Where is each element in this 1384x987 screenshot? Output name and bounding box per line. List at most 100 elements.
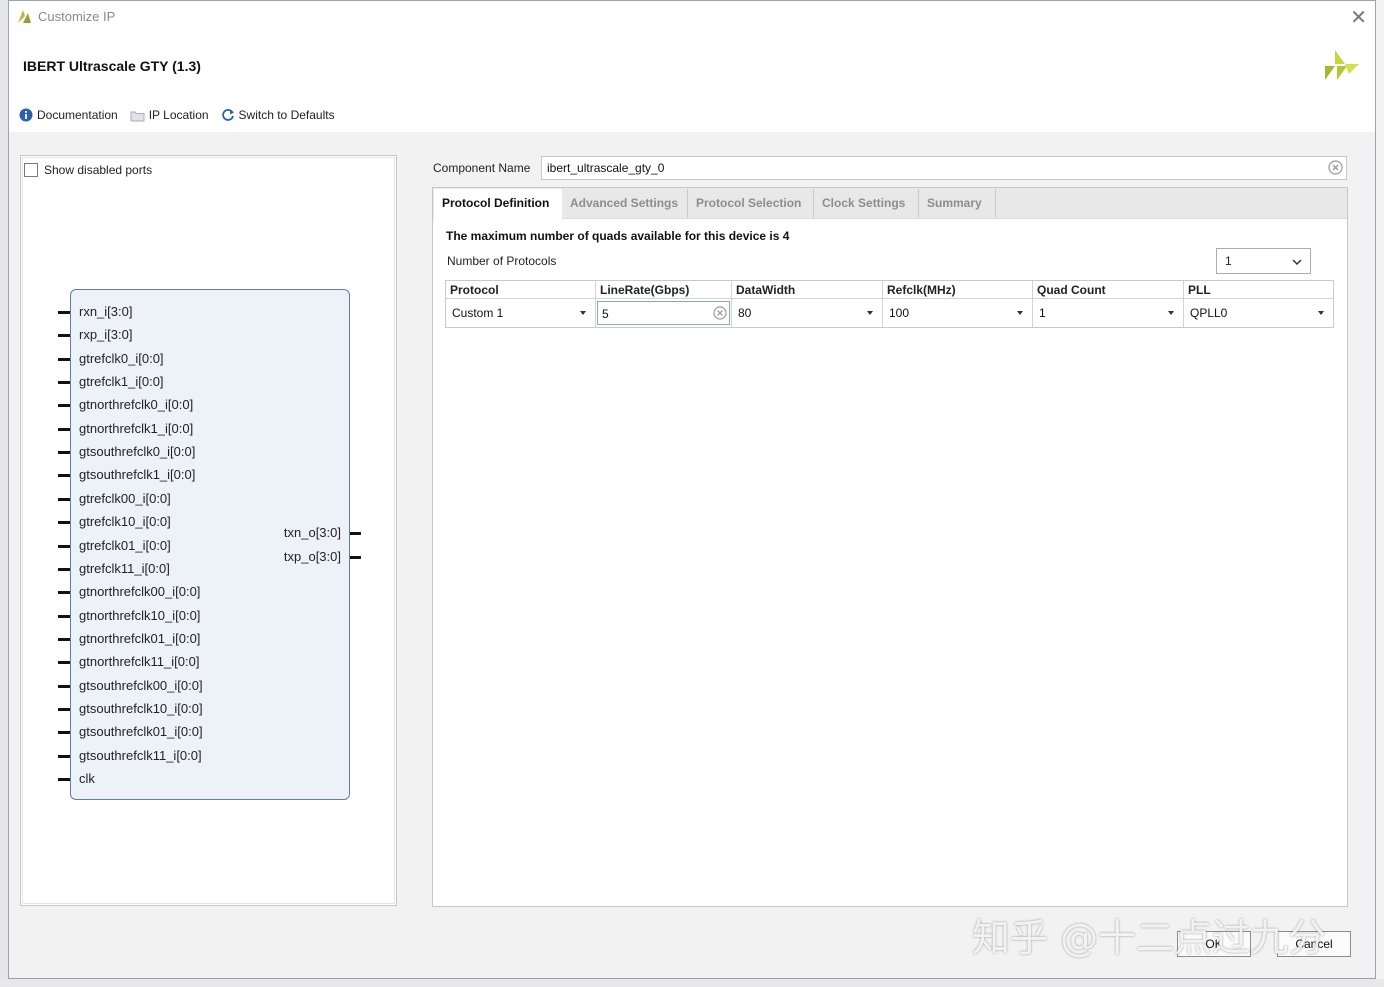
port-pin (58, 754, 70, 758)
port-pin (58, 427, 70, 431)
component-name-input[interactable] (545, 157, 1319, 179)
input-port-label: gtnorthrefclk1_i[0:0] (79, 420, 194, 436)
refclk-value: 100 (889, 306, 910, 320)
header-quad-count: Quad Count (1033, 281, 1183, 299)
close-icon[interactable]: ✕ (1350, 5, 1367, 30)
port-pin (58, 661, 70, 665)
dropdown-arrow-icon (1318, 311, 1324, 315)
pll-dropdown[interactable]: QPLL0 (1184, 300, 1333, 327)
input-port-label: gtsouthrefclk00_i[0:0] (79, 677, 203, 693)
quad-count-dropdown[interactable]: 1 (1033, 300, 1183, 327)
port-pin (58, 357, 70, 361)
cancel-button[interactable]: Cancel (1277, 931, 1351, 957)
port-pin (350, 532, 361, 535)
col-datawidth: DataWidth 80 (732, 281, 883, 327)
show-disabled-ports-label: Show disabled ports (44, 163, 153, 177)
header-protocol: Protocol (446, 281, 595, 299)
port-pin (350, 556, 361, 559)
background-app-right-edge (1375, 0, 1384, 987)
tab-advanced-settings[interactable]: Advanced Settings (562, 189, 688, 218)
quad-count-value: 1 (1039, 306, 1046, 320)
dropdown-arrow-icon (580, 311, 586, 315)
port-pin (58, 637, 70, 641)
dropdown-arrow-icon (1017, 311, 1023, 315)
refclk-dropdown[interactable]: 100 (883, 300, 1032, 327)
show-disabled-ports-row[interactable]: Show disabled ports (24, 163, 152, 177)
refresh-icon (221, 109, 234, 121)
col-pll: PLL QPLL0 (1184, 281, 1333, 327)
input-port-label: gtsouthrefclk10_i[0:0] (79, 700, 203, 716)
input-port-label: gtnorthrefclk01_i[0:0] (79, 630, 201, 646)
port-pin (58, 707, 70, 711)
col-refclk: Refclk(MHz) 100 (883, 281, 1033, 327)
window-title: Customize IP (38, 9, 116, 24)
input-port-label: gtrefclk0_i[0:0] (79, 350, 164, 366)
port-pin (58, 334, 70, 338)
switch-to-defaults-button[interactable]: Switch to Defaults (221, 108, 335, 122)
output-port: txn_o[3:0] (249, 525, 361, 541)
background-app-bottom-edge (0, 979, 1384, 987)
input-port-label: gtnorthrefclk11_i[0:0] (79, 654, 200, 670)
input-port-label: gtsouthrefclk1_i[0:0] (79, 467, 196, 483)
clear-icon[interactable] (713, 306, 727, 320)
port-pin (58, 521, 70, 525)
dialog-header: IBERT Ultrascale GTY (1.3) Documentation (9, 32, 1375, 132)
number-of-protocols-select[interactable]: 1 (1216, 248, 1311, 274)
input-port-label: gtrefclk10_i[0:0] (79, 514, 171, 530)
documentation-button[interactable]: Documentation (19, 108, 118, 122)
dropdown-arrow-icon (1168, 311, 1174, 315)
output-port: txp_o[3:0] (249, 549, 361, 565)
header-pll: PLL (1184, 281, 1333, 299)
clear-icon[interactable] (1328, 160, 1343, 175)
vivado-logo-icon (18, 10, 31, 23)
input-port-label: gtrefclk1_i[0:0] (79, 374, 164, 390)
col-quad-count: Quad Count 1 (1033, 281, 1184, 327)
header-refclk: Refclk(MHz) (883, 281, 1032, 299)
input-port-label: gtrefclk00_i[0:0] (79, 490, 171, 506)
ip-location-button[interactable]: IP Location (130, 108, 209, 122)
protocol-dropdown[interactable]: Custom 1 (446, 300, 595, 327)
col-linerate: LineRate(Gbps) 5 (596, 281, 732, 327)
input-port-label: gtnorthrefclk10_i[0:0] (79, 607, 201, 623)
input-port-label: gtrefclk01_i[0:0] (79, 537, 171, 553)
tab-protocol-selection[interactable]: Protocol Selection (688, 189, 814, 218)
protocol-value: Custom 1 (452, 306, 504, 320)
input-port-label: rxn_i[3:0] (79, 304, 133, 319)
tab-protocol-definition[interactable]: Protocol Definition (434, 189, 562, 219)
header-linerate: LineRate(Gbps) (596, 281, 731, 299)
folder-icon (130, 111, 145, 121)
input-port-label: gtsouthrefclk01_i[0:0] (79, 724, 203, 740)
tab-summary[interactable]: Summary (919, 189, 996, 218)
number-of-protocols-value: 1 (1225, 254, 1232, 268)
component-name-label: Component Name (433, 161, 531, 175)
port-pin (58, 778, 70, 781)
linerate-input[interactable]: 5 (597, 301, 730, 325)
show-disabled-ports-checkbox[interactable] (24, 163, 38, 177)
input-port-label: gtsouthrefclk11_i[0:0] (79, 747, 202, 763)
chevron-down-icon (1292, 259, 1302, 266)
ip-title: IBERT Ultrascale GTY (1.3) (23, 58, 201, 74)
port-pin (58, 567, 70, 571)
number-of-protocols-label: Number of Protocols (447, 254, 557, 268)
xilinx-logo-icon (1325, 50, 1359, 80)
datawidth-dropdown[interactable]: 80 (732, 300, 882, 327)
component-name-field[interactable] (541, 156, 1347, 180)
max-quads-notice: The maximum number of quads available fo… (446, 229, 790, 243)
port-pin (58, 591, 70, 595)
port-pin (58, 404, 70, 408)
ok-button[interactable]: OK (1177, 931, 1251, 957)
ip-location-label: IP Location (148, 108, 209, 122)
port-pin (58, 544, 70, 548)
input-port-label: gtnorthrefclk00_i[0:0] (79, 584, 201, 600)
port-pin (58, 497, 70, 501)
datawidth-value: 80 (738, 306, 752, 320)
tab-clock-settings[interactable]: Clock Settings (814, 189, 919, 218)
input-port-label: gtsouthrefclk0_i[0:0] (79, 444, 196, 460)
title-bar[interactable]: Customize IP ✕ (9, 1, 1375, 33)
input-port-label: gtrefclk11_i[0:0] (79, 560, 170, 576)
port-pin (58, 451, 70, 455)
ip-symbol-panel: Show disabled ports rxn_i[3:0] rxp_i[3:0]… (20, 155, 397, 906)
input-port-label: clk (79, 771, 95, 786)
toolbar: Documentation IP Location Switch to Defa… (19, 108, 335, 122)
col-protocol: Protocol Custom 1 (446, 281, 596, 327)
